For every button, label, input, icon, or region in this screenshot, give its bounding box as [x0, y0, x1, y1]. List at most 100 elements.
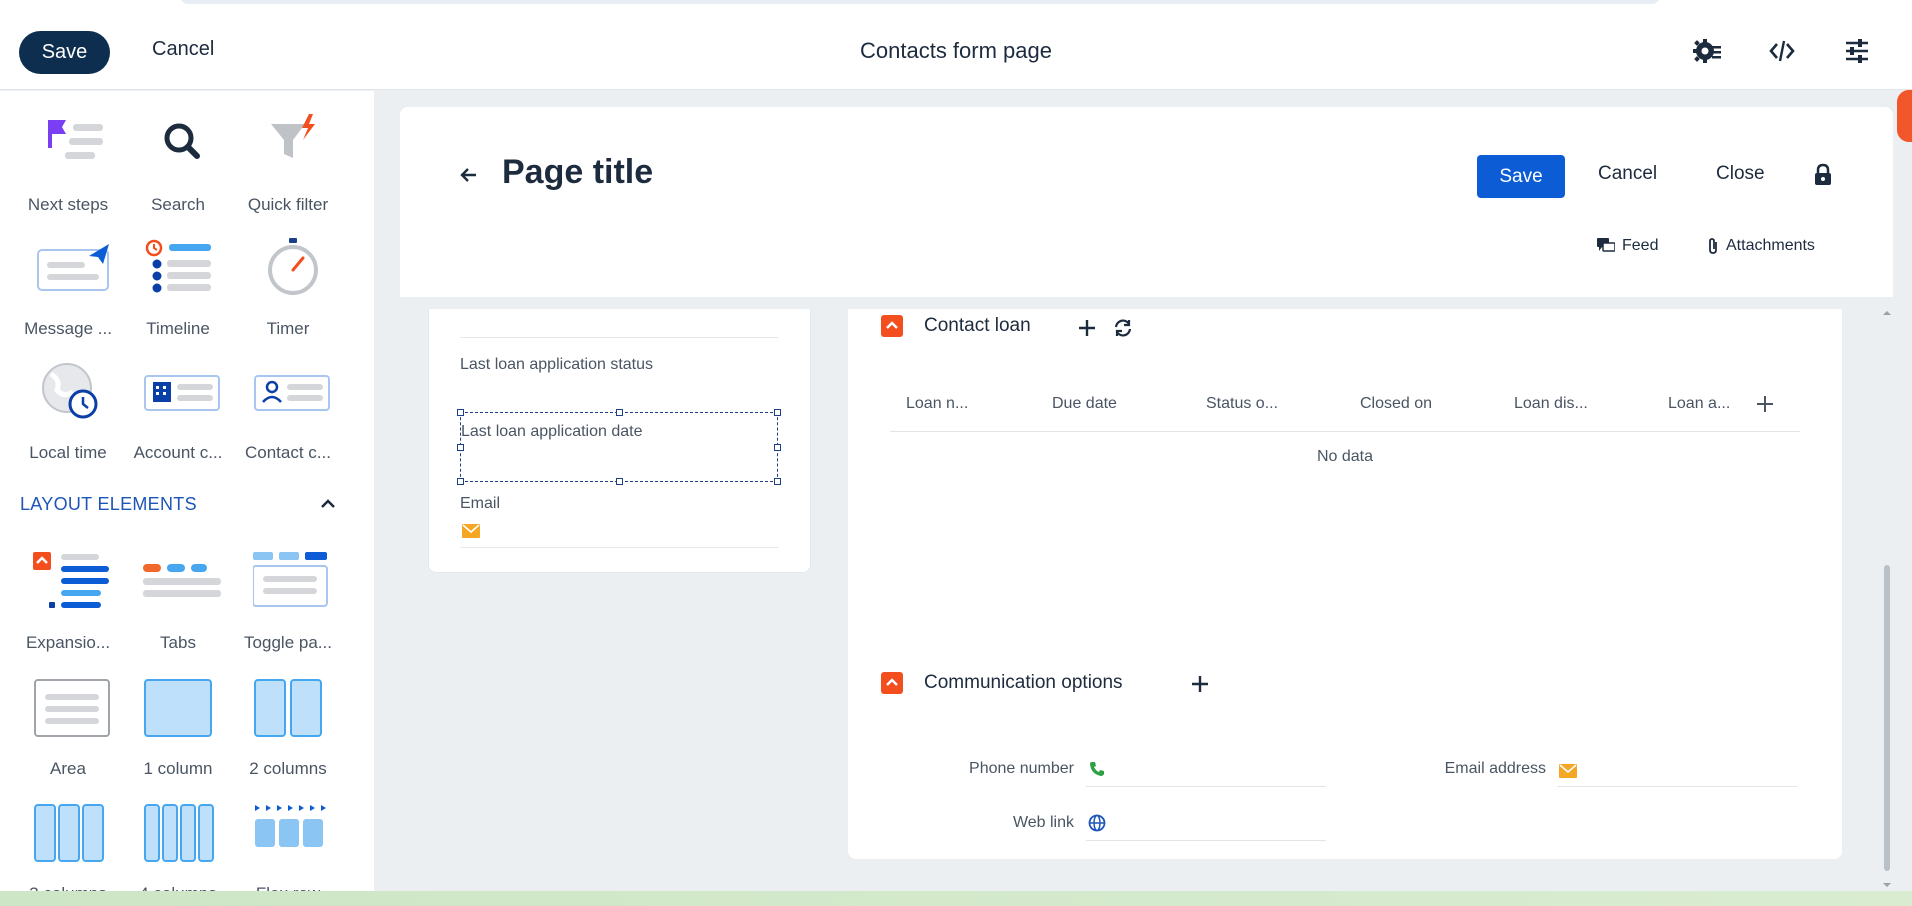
settings-gear-icon[interactable]: [1690, 34, 1724, 68]
tile-label: Toggle pa...: [244, 633, 332, 652]
toggle-panel-icon: [252, 552, 333, 612]
back-arrow-icon[interactable]: [456, 162, 482, 188]
resize-handle[interactable]: [616, 478, 623, 485]
web-link-field[interactable]: [1086, 840, 1326, 841]
column-header[interactable]: Loan n...: [906, 395, 968, 413]
page-cancel-button[interactable]: Cancel: [1598, 163, 1657, 185]
scrollbar-thumb[interactable]: [1884, 565, 1890, 871]
tile-label: Tabs: [160, 633, 196, 652]
resize-handle[interactable]: [774, 478, 781, 485]
collapse-communication-button[interactable]: [881, 672, 903, 694]
column-header[interactable]: Loan a...: [1668, 395, 1730, 413]
tile-label: Quick filter: [247, 195, 329, 214]
resize-handle[interactable]: [616, 409, 623, 416]
tile-area[interactable]: Area: [13, 666, 123, 778]
tile-label: Timer: [266, 319, 310, 338]
resize-handle[interactable]: [457, 444, 464, 451]
side-panel-toggle[interactable]: [1897, 90, 1912, 142]
envelope-icon: [462, 524, 480, 538]
tile-tabs[interactable]: Tabs: [123, 540, 233, 652]
tile-local-time[interactable]: Local time: [13, 350, 123, 462]
tile-label: Expansio...: [25, 633, 111, 652]
selected-field-last-loan-date[interactable]: Last loan application date: [457, 409, 781, 485]
taskbar-strip: [0, 891, 1912, 906]
refresh-icon[interactable]: [1112, 317, 1134, 339]
header-save-button[interactable]: Save: [19, 31, 110, 74]
two-columns-icon: [253, 678, 333, 738]
field-label: Last loan application date: [461, 423, 643, 440]
search-icon: [143, 114, 223, 174]
tile-label: Account c...: [133, 443, 223, 462]
email-address-field[interactable]: [1557, 786, 1797, 787]
resize-handle[interactable]: [457, 478, 464, 485]
tile-timer[interactable]: Timer: [233, 226, 343, 338]
tile-label: Next steps: [27, 195, 109, 214]
tile-next-steps[interactable]: Next steps: [13, 102, 123, 214]
column-header[interactable]: Due date: [1052, 395, 1117, 413]
tile-expansion-panel[interactable]: Expansio...: [13, 540, 123, 652]
header-cancel-button[interactable]: Cancel: [152, 38, 214, 61]
layout-elements-header[interactable]: LAYOUT ELEMENTS: [20, 494, 197, 515]
tile-quick-filter[interactable]: Quick filter: [233, 102, 343, 214]
tile-one-column[interactable]: 1 column: [123, 666, 233, 778]
expansion-panel-icon: [33, 552, 113, 612]
browser-top-strip: [0, 0, 1912, 12]
code-icon[interactable]: [1765, 34, 1799, 68]
attachments-button[interactable]: Attachments: [1707, 237, 1815, 255]
elements-sidebar: Next steps Search Quick filter Message .…: [0, 91, 374, 903]
scroll-down-arrow-icon[interactable]: [1882, 881, 1892, 889]
column-header[interactable]: Status o...: [1206, 395, 1278, 413]
chevron-up-icon[interactable]: [316, 492, 340, 516]
collapse-contact-loan-button[interactable]: [881, 315, 903, 337]
page-save-button[interactable]: Save: [1477, 155, 1565, 198]
phone-number-field[interactable]: [1086, 786, 1326, 787]
column-header[interactable]: Loan dis...: [1514, 395, 1588, 413]
tile-message[interactable]: Message ...: [13, 226, 123, 338]
page-title: Page title: [502, 153, 654, 191]
table-header-divider: [890, 431, 1800, 432]
tile-contact-card[interactable]: Contact c...: [233, 350, 343, 462]
next-steps-icon: [33, 114, 113, 174]
add-icon[interactable]: [1189, 673, 1211, 695]
attachments-label: Attachments: [1726, 237, 1815, 254]
feed-label: Feed: [1622, 237, 1659, 254]
paperclip-icon: [1709, 238, 1717, 254]
phone-number-label: Phone number: [969, 760, 1074, 777]
tile-account-card[interactable]: Account c...: [123, 350, 233, 462]
feed-button[interactable]: Feed: [1597, 237, 1658, 255]
resize-handle[interactable]: [774, 444, 781, 451]
tile-label: 2 columns: [249, 759, 327, 778]
three-columns-icon: [33, 803, 113, 863]
contact-loan-title: Contact loan: [924, 315, 1031, 336]
flex-row-icon: [253, 803, 333, 863]
scroll-up-arrow-icon[interactable]: [1882, 309, 1892, 317]
field-email-label[interactable]: Email: [460, 495, 500, 513]
account-card-icon: [143, 362, 223, 422]
resize-handle[interactable]: [457, 409, 464, 416]
page-close-button[interactable]: Close: [1716, 163, 1765, 185]
tile-label: Search: [151, 195, 205, 214]
add-icon[interactable]: [1076, 317, 1098, 339]
local-time-icon: [33, 362, 113, 422]
column-header[interactable]: Closed on: [1360, 395, 1432, 413]
tile-label: Local time: [29, 443, 107, 462]
tile-two-columns[interactable]: 2 columns: [233, 666, 343, 778]
tile-toggle-panel[interactable]: Toggle pa...: [233, 540, 343, 652]
add-column-icon[interactable]: [1754, 393, 1776, 415]
tile-timeline[interactable]: Timeline: [123, 226, 233, 338]
tabs-icon: [143, 552, 223, 612]
canvas-scrollbar[interactable]: [1880, 309, 1894, 891]
tile-three-columns[interactable]: 3 columns: [13, 791, 123, 903]
area-icon: [33, 678, 113, 738]
tile-search[interactable]: Search: [123, 102, 233, 214]
tile-flex-row[interactable]: Flex row: [233, 791, 343, 903]
resize-handle[interactable]: [774, 409, 781, 416]
left-fields-card: Last loan application status Last loan a…: [428, 309, 811, 573]
tile-four-columns[interactable]: 4 columns: [123, 791, 233, 903]
field-last-loan-status[interactable]: Last loan application status: [460, 356, 653, 374]
communication-options-title: Communication options: [924, 672, 1123, 693]
one-column-icon: [143, 678, 223, 738]
right-details-card: Contact loan Loan n... Due date Status o…: [848, 309, 1842, 859]
lock-icon[interactable]: [1812, 163, 1834, 187]
sliders-icon[interactable]: [1840, 34, 1874, 68]
